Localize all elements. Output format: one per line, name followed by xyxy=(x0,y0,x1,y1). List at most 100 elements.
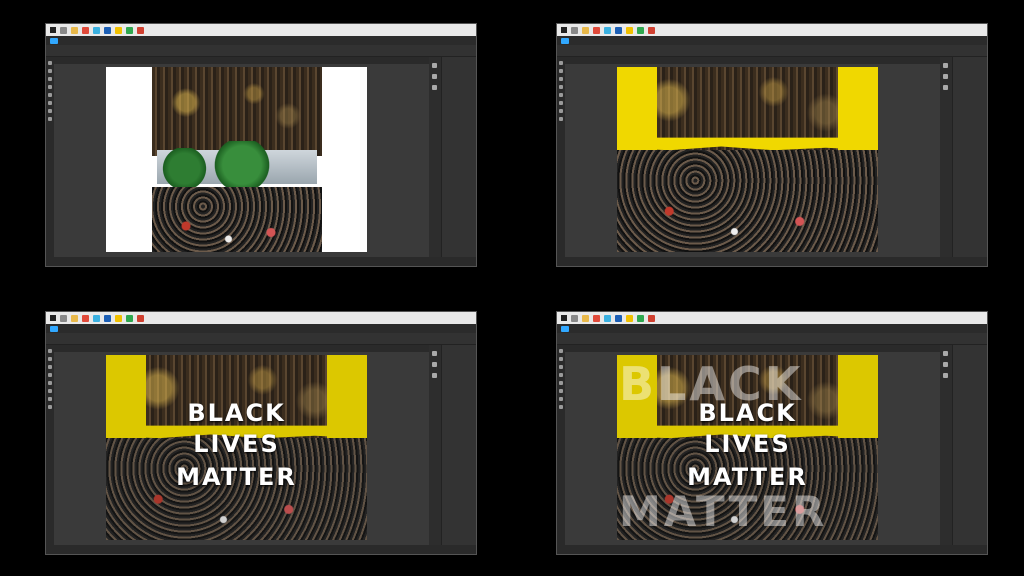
history-icon[interactable] xyxy=(943,85,948,90)
poster-text-matter: MATTER xyxy=(176,463,297,491)
document-canvas[interactable] xyxy=(617,67,878,252)
chrome-icon[interactable] xyxy=(648,314,655,322)
folder-icon[interactable] xyxy=(71,314,78,322)
chrome-icon[interactable] xyxy=(137,26,144,34)
lasso-tool-icon[interactable] xyxy=(559,365,563,369)
app-icon[interactable] xyxy=(604,26,611,34)
document-canvas[interactable]: BLACK MATTER BLACK LIVES MATTER xyxy=(617,355,878,540)
chrome-icon[interactable] xyxy=(648,26,655,34)
app-icon[interactable] xyxy=(637,26,644,34)
zoom-tool-icon[interactable] xyxy=(48,405,52,409)
crop-tool-icon[interactable] xyxy=(559,373,563,377)
lasso-tool-icon[interactable] xyxy=(48,365,52,369)
adjust-icon[interactable] xyxy=(432,74,437,79)
photoshop-icon[interactable] xyxy=(104,26,111,34)
zoom-tool-icon[interactable] xyxy=(559,405,563,409)
panel-icons-strip xyxy=(940,345,952,545)
windows-icon[interactable] xyxy=(50,315,56,321)
screenshot-step1 xyxy=(45,23,477,267)
move-tool-icon[interactable] xyxy=(559,61,563,65)
app-icon[interactable] xyxy=(115,314,122,322)
app-icon[interactable] xyxy=(115,26,122,34)
brush-tool-icon[interactable] xyxy=(559,93,563,97)
app-icon[interactable] xyxy=(82,314,89,322)
marquee-tool-icon[interactable] xyxy=(559,357,563,361)
status-bar xyxy=(46,545,476,554)
photoshop-icon[interactable] xyxy=(615,26,622,34)
marquee-tool-icon[interactable] xyxy=(48,69,52,73)
app-icon[interactable] xyxy=(126,314,133,322)
app-icon[interactable] xyxy=(593,314,600,322)
move-tool-icon[interactable] xyxy=(48,349,52,353)
brush-tool-icon[interactable] xyxy=(48,381,52,385)
windows-icon[interactable] xyxy=(50,27,56,33)
eraser-tool-icon[interactable] xyxy=(48,389,52,393)
app-icon[interactable] xyxy=(593,26,600,34)
history-icon[interactable] xyxy=(432,85,437,90)
folder-icon[interactable] xyxy=(582,26,589,34)
document-tab[interactable] xyxy=(54,57,429,64)
type-tool-icon[interactable] xyxy=(559,109,563,113)
marquee-tool-icon[interactable] xyxy=(48,357,52,361)
menu-bar xyxy=(46,324,476,333)
eraser-tool-icon[interactable] xyxy=(559,389,563,393)
document-canvas[interactable]: BLACK LIVES MATTER xyxy=(106,355,367,540)
app-icon[interactable] xyxy=(93,26,100,34)
document-tab[interactable] xyxy=(565,345,940,352)
lasso-tool-icon[interactable] xyxy=(559,77,563,81)
options-bar xyxy=(46,333,476,345)
layers-icon[interactable] xyxy=(432,351,437,356)
folder-icon[interactable] xyxy=(582,314,589,322)
zoom-tool-icon[interactable] xyxy=(559,117,563,121)
app-icon[interactable] xyxy=(93,314,100,322)
marquee-tool-icon[interactable] xyxy=(559,69,563,73)
layers-icon[interactable] xyxy=(432,63,437,68)
document-tab[interactable] xyxy=(54,345,429,352)
type-tool-icon[interactable] xyxy=(48,397,52,401)
app-icon[interactable] xyxy=(126,26,133,34)
adjust-icon[interactable] xyxy=(943,74,948,79)
screenshot-step4: BLACK MATTER BLACK LIVES MATTER xyxy=(556,311,988,555)
tools-panel xyxy=(557,57,565,257)
windows-icon[interactable] xyxy=(561,315,567,321)
app-icon[interactable] xyxy=(626,26,633,34)
document-canvas[interactable] xyxy=(106,67,367,252)
zoom-tool-icon[interactable] xyxy=(48,117,52,121)
status-bar xyxy=(557,257,987,266)
photoshop-icon[interactable] xyxy=(615,314,622,322)
brush-tool-icon[interactable] xyxy=(559,381,563,385)
app-icon[interactable] xyxy=(626,314,633,322)
search-icon[interactable] xyxy=(571,314,578,322)
app-icon[interactable] xyxy=(637,314,644,322)
document-tab[interactable] xyxy=(565,57,940,64)
lasso-tool-icon[interactable] xyxy=(48,77,52,81)
search-icon[interactable] xyxy=(571,26,578,34)
options-bar xyxy=(46,45,476,57)
app-icon[interactable] xyxy=(82,26,89,34)
app-icon[interactable] xyxy=(604,314,611,322)
brush-tool-icon[interactable] xyxy=(48,93,52,97)
search-icon[interactable] xyxy=(60,26,67,34)
crop-tool-icon[interactable] xyxy=(48,85,52,89)
type-tool-icon[interactable] xyxy=(559,397,563,401)
layers-icon[interactable] xyxy=(943,351,948,356)
crop-tool-icon[interactable] xyxy=(559,85,563,89)
chrome-icon[interactable] xyxy=(137,314,144,322)
move-tool-icon[interactable] xyxy=(48,61,52,65)
folder-icon[interactable] xyxy=(71,26,78,34)
search-icon[interactable] xyxy=(60,314,67,322)
photoshop-icon[interactable] xyxy=(104,314,111,322)
eraser-tool-icon[interactable] xyxy=(48,101,52,105)
type-tool-icon[interactable] xyxy=(48,109,52,113)
history-icon[interactable] xyxy=(432,373,437,378)
adjust-icon[interactable] xyxy=(943,362,948,367)
history-icon[interactable] xyxy=(943,373,948,378)
crop-tool-icon[interactable] xyxy=(48,373,52,377)
adjust-icon[interactable] xyxy=(432,362,437,367)
layers-icon[interactable] xyxy=(943,63,948,68)
layers-panel xyxy=(441,345,476,545)
windows-icon[interactable] xyxy=(561,27,567,33)
eraser-tool-icon[interactable] xyxy=(559,101,563,105)
move-tool-icon[interactable] xyxy=(559,349,563,353)
panel-icons-strip xyxy=(429,57,441,257)
